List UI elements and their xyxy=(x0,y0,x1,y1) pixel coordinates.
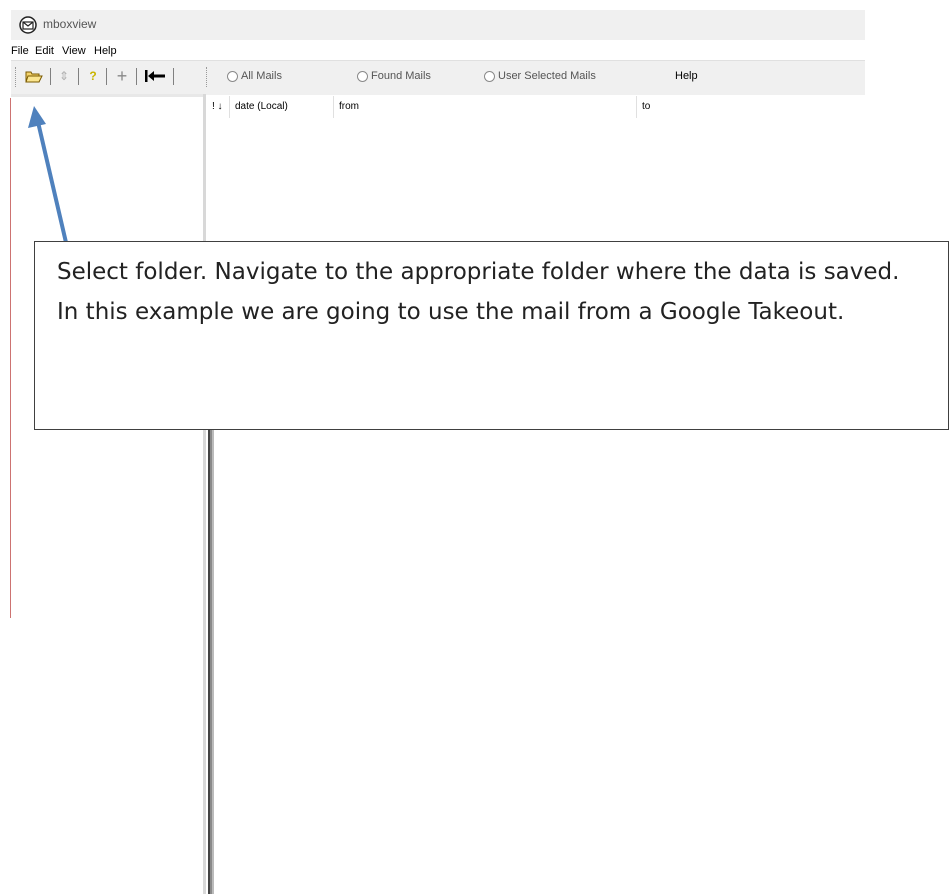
annotation-callout: Select folder. Navigate to the appropria… xyxy=(34,241,949,430)
menu-bar xyxy=(11,40,865,60)
menu-edit[interactable]: Edit xyxy=(35,45,54,57)
column-header-from[interactable]: from xyxy=(339,101,359,112)
menu-help[interactable]: Help xyxy=(94,45,117,57)
toolbar-separator xyxy=(136,68,137,85)
plus-icon: + xyxy=(116,65,128,86)
help-button[interactable]: Help xyxy=(675,70,698,82)
envelope-app-icon xyxy=(19,16,37,34)
radio-found-mails-label: Found Mails xyxy=(371,70,431,82)
folder-tree-header xyxy=(11,94,203,97)
radio-button-circle[interactable] xyxy=(227,70,238,82)
column-separator[interactable] xyxy=(333,96,334,118)
question-icon: ? xyxy=(89,69,97,83)
column-header-flag[interactable]: ! ↓ xyxy=(212,101,223,112)
open-folder-button[interactable] xyxy=(24,67,44,85)
toolbar-grip xyxy=(15,67,19,87)
radio-all-mails-label: All Mails xyxy=(241,70,282,82)
collapse-left-button[interactable] xyxy=(143,67,167,85)
pane-splitter[interactable] xyxy=(203,94,206,894)
folder-tree-pane[interactable] xyxy=(11,94,203,895)
column-separator[interactable] xyxy=(229,96,230,118)
menu-view[interactable]: View xyxy=(62,45,86,57)
radio-user-selected-label: User Selected Mails xyxy=(498,70,596,82)
toolbar-separator xyxy=(173,68,174,85)
page-left-margin xyxy=(0,0,6,894)
column-header-to[interactable]: to xyxy=(642,101,650,112)
pane-splitter-handle[interactable] xyxy=(208,430,214,894)
add-button[interactable]: + xyxy=(114,65,130,86)
column-separator[interactable] xyxy=(636,96,637,118)
menu-file[interactable]: File xyxy=(11,45,29,57)
refresh-button[interactable]: ⇕ xyxy=(56,67,72,85)
radio-found-mails[interactable]: Found Mails xyxy=(357,70,431,82)
window-title: mboxview xyxy=(43,17,97,31)
radio-button-circle[interactable] xyxy=(357,70,368,82)
radio-all-mails[interactable]: All Mails xyxy=(227,70,282,82)
toolbar-grip xyxy=(206,67,210,87)
toolbar xyxy=(11,60,865,95)
refresh-icon: ⇕ xyxy=(58,69,70,83)
radio-user-selected-mails[interactable]: User Selected Mails xyxy=(484,70,596,82)
help-query-button[interactable]: ? xyxy=(86,67,100,85)
open-folder-icon xyxy=(25,71,43,83)
toolbar-separator xyxy=(78,68,79,85)
column-header-date[interactable]: date (Local) xyxy=(235,101,288,112)
mail-list-header xyxy=(206,96,866,118)
collapse-left-icon xyxy=(145,70,165,82)
radio-button-circle[interactable] xyxy=(484,70,495,82)
title-bar xyxy=(11,10,865,40)
toolbar-separator xyxy=(106,68,107,85)
toolbar-separator xyxy=(50,68,51,85)
